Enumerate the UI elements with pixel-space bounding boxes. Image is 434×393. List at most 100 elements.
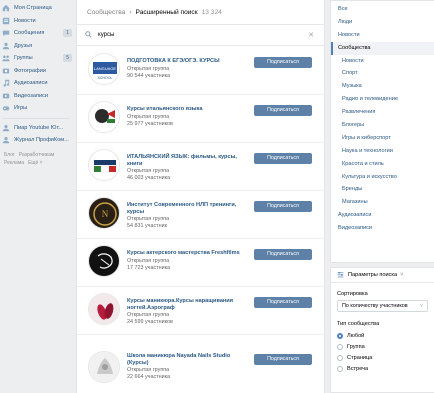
subscribe-button[interactable]: Подписаться <box>254 354 312 365</box>
group-avatar[interactable] <box>88 149 120 181</box>
subcategory-item[interactable]: Культура и искусство <box>331 171 434 184</box>
nav-item-friends[interactable]: Друзья <box>2 40 74 53</box>
group-type: Открытая группа <box>127 114 170 120</box>
group-type: Открытая группа <box>127 66 170 72</box>
radio-label: Группа <box>347 343 365 350</box>
nav-label: Видеозаписи <box>14 92 49 99</box>
subscribe-button[interactable]: Подписаться <box>254 297 312 308</box>
subscribe-button[interactable]: Подписаться <box>254 57 312 68</box>
group-members: 90 544 участника <box>127 73 171 79</box>
nav-item-games[interactable]: Игры <box>2 102 74 115</box>
nav-footer: Блог Разработчикам Реклама Ещё ˅ <box>2 151 74 167</box>
friends-icon <box>2 42 10 50</box>
nav-divider <box>2 117 70 119</box>
nav-label: Аудиозаписи <box>14 80 48 87</box>
sort-select[interactable]: По количеству участников ˅ <box>337 300 428 312</box>
subcategory-item[interactable]: Развлечения <box>331 106 434 119</box>
subcategory-item[interactable]: Магазины <box>331 196 434 209</box>
app-icon <box>2 124 10 132</box>
clear-icon[interactable]: ✕ <box>308 31 314 39</box>
group-avatar[interactable] <box>88 351 120 383</box>
nav-item-news[interactable]: Новости <box>2 15 74 28</box>
group-title[interactable]: ИТАЛЬЯНСКИЙ ЯЗЫК: фильмы, курсы, книги <box>127 154 247 168</box>
group-title[interactable]: Курсы маникюра.Курсы наращивания ногтей.… <box>127 298 247 312</box>
results-count: 13 324 <box>201 8 222 16</box>
category-audio[interactable]: Аудиозаписи <box>331 209 434 222</box>
nav-item-groups[interactable]: Группы 5 <box>2 52 74 65</box>
group-title[interactable]: Курсы актерского мастерства Freshfilms <box>127 250 247 257</box>
group-avatar[interactable] <box>88 293 120 325</box>
category-news[interactable]: Новости <box>331 29 434 42</box>
subcategory-item[interactable]: Музыка <box>331 80 434 93</box>
group-avatar[interactable]: N <box>88 197 120 229</box>
subcategory-item[interactable]: Спорт <box>331 67 434 80</box>
radio-icon <box>337 354 343 361</box>
subcategory-item[interactable]: Новости <box>331 55 434 68</box>
radio-page[interactable]: Страница <box>331 352 434 363</box>
footer-link-dev[interactable]: Разработчикам <box>19 152 55 158</box>
category-video[interactable]: Видеозаписи <box>331 222 434 235</box>
nav-app-item[interactable]: Пиар Youtube Ют... <box>2 122 74 135</box>
nav-label: Новости <box>14 17 36 24</box>
filters-header[interactable]: Параметры поиска ˅ <box>331 268 434 283</box>
category-all[interactable]: Все <box>331 3 434 16</box>
category-people[interactable]: Люди <box>331 16 434 29</box>
nav-item-my-page[interactable]: Моя Страница <box>2 2 74 15</box>
subscribe-button[interactable]: Подписаться <box>254 153 312 164</box>
video-icon <box>2 92 10 100</box>
chevron-right-icon: › <box>129 8 132 16</box>
messages-icon <box>2 29 10 37</box>
subcategory-item[interactable]: Красота и стиль <box>331 158 434 171</box>
subcategory-item[interactable]: Блогеры <box>331 119 434 132</box>
subscribe-button[interactable]: Подписаться <box>254 201 312 212</box>
photo-icon <box>2 67 10 75</box>
subscribe-button[interactable]: Подписаться <box>254 105 312 116</box>
nav-app-item[interactable]: Журнал ПрофиКом... <box>2 134 74 147</box>
group-type: Открытая группа <box>127 312 170 318</box>
subcategory-item[interactable]: Игры и киберспорт <box>331 132 434 145</box>
app-icon <box>2 136 10 144</box>
search-filters-panel: Параметры поиска ˅ Сортировка По количес… <box>330 267 434 393</box>
svg-text:SCHOOL: SCHOOL <box>98 76 113 80</box>
group-title[interactable]: Институт Современного НЛП тренинги, курс… <box>127 202 247 216</box>
radio-group[interactable]: Группа <box>331 341 434 352</box>
nav-label: Журнал ПрофиКом... <box>14 137 69 144</box>
group-avatar[interactable] <box>88 101 120 133</box>
breadcrumb-parent[interactable]: Сообщества <box>87 9 125 16</box>
group-type: Открытая группа <box>127 258 170 264</box>
nav-item-messages[interactable]: Сообщения 1 <box>2 27 74 40</box>
list-item: N Институт Современного НЛП тренинги, ку… <box>77 191 326 239</box>
footer-link-more[interactable]: Ещё ˅ <box>28 160 43 166</box>
radio-any[interactable]: Любой <box>331 330 434 341</box>
subcategory-item[interactable]: Бренды <box>331 183 434 196</box>
footer-link-ads[interactable]: Реклама <box>4 160 24 166</box>
search-input[interactable] <box>98 32 298 38</box>
subscribe-button[interactable]: Подписаться <box>254 249 312 260</box>
search-results-panel: Сообщества › Расширенный поиск 13 324 ✕ … <box>76 0 326 393</box>
nav-item-music[interactable]: Аудиозаписи <box>2 77 74 90</box>
groups-icon <box>2 54 10 62</box>
list-item: ИТАЛЬЯНСКИЙ ЯЗЫК: фильмы, курсы, книги О… <box>77 143 326 191</box>
subcategory-item[interactable]: Радио и телевидение <box>331 93 434 106</box>
group-type: Открытая группа <box>127 168 170 174</box>
list-item: Курсы актерского мастерства Freshfilms О… <box>77 239 326 287</box>
group-title[interactable]: Школа маникюра Nayada Nails Studio (Курс… <box>127 353 247 367</box>
nav-item-photos[interactable]: Фотографии <box>2 65 74 78</box>
list-item: Курсы итальянского языка Открытая группа… <box>77 95 326 143</box>
chevron-down-icon: ˅ <box>400 272 404 278</box>
groups-badge: 5 <box>63 54 72 62</box>
radio-event[interactable]: Встреча <box>331 363 434 374</box>
group-title[interactable]: ПОДГОТОВКА К ЕГЭ/ОГЭ. КУРСЫ <box>127 58 247 65</box>
radio-icon <box>337 365 343 372</box>
group-title[interactable]: Курсы итальянского языка <box>127 106 247 113</box>
nav-label: Группы <box>14 55 33 62</box>
group-avatar[interactable] <box>88 245 120 277</box>
group-avatar[interactable]: LANGUAGE SCHOOL <box>88 53 120 85</box>
category-communities[interactable]: Сообщества <box>331 41 434 55</box>
radio-selected-icon <box>337 332 343 339</box>
footer-link-blog[interactable]: Блог <box>4 152 15 158</box>
nav-label: Пиар Youtube Ют... <box>14 124 64 131</box>
subcategory-item[interactable]: Наука и технологии <box>331 145 434 158</box>
nav-item-video[interactable]: Видеозаписи <box>2 90 74 103</box>
group-members: 22 664 участника <box>127 374 171 380</box>
